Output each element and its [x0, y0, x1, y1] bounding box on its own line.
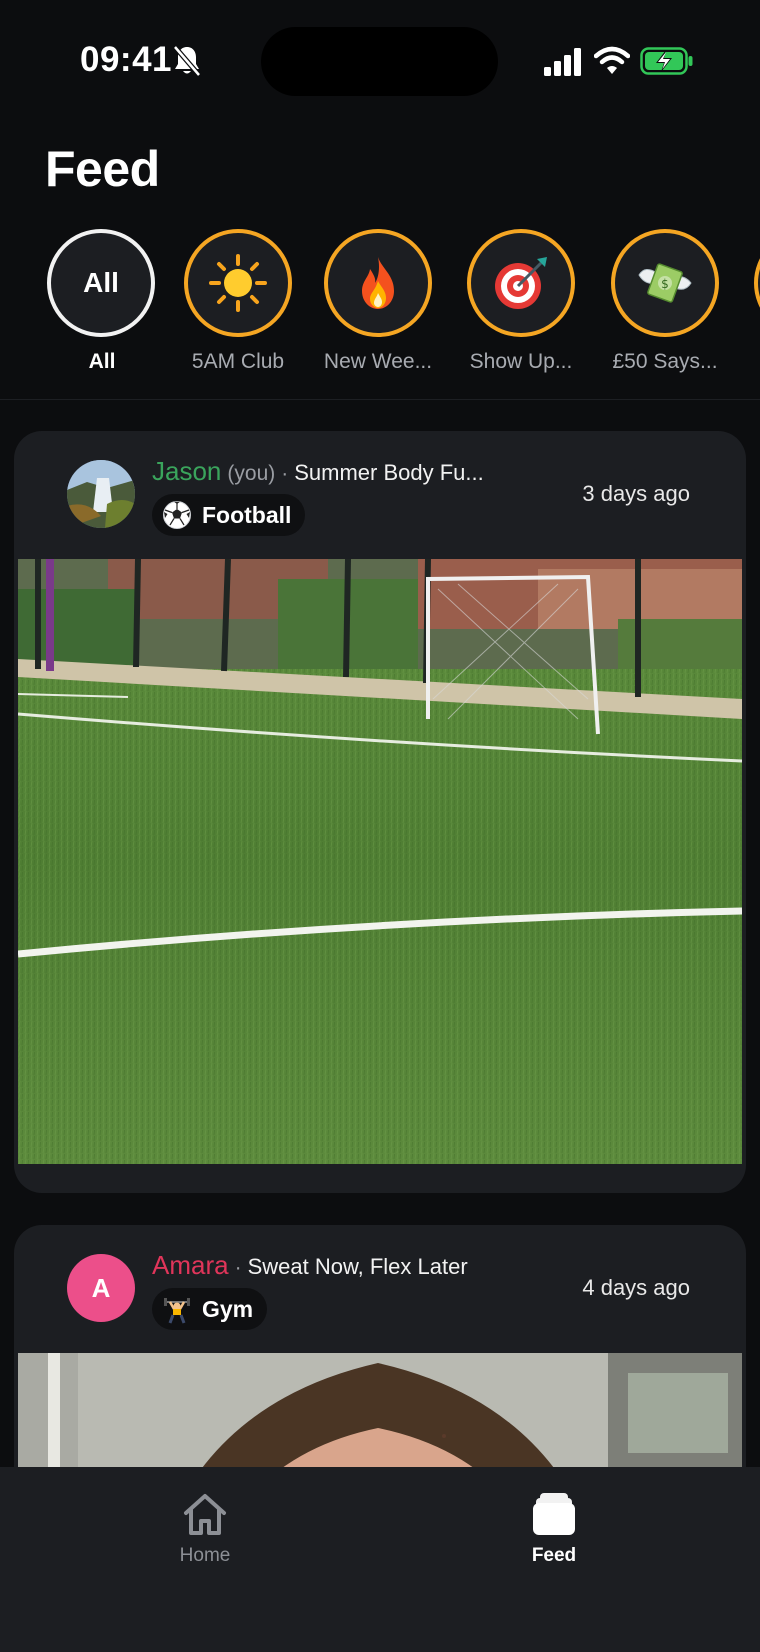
post-username[interactable]: Jason [152, 456, 221, 486]
group-label: £50 Says... [612, 350, 718, 373]
bell-slash-icon [173, 45, 201, 77]
activity-label: Gym [202, 1295, 254, 1322]
post-meta-line: Amara · Sweat Now, Flex Later [152, 1250, 468, 1281]
weightlifter-icon [164, 1298, 190, 1324]
post-time-ago: 4 days ago [582, 1275, 690, 1300]
soccer-ball-icon [163, 501, 191, 529]
feed-stack-icon [533, 1493, 575, 1535]
tab-label: Home [179, 1545, 231, 1566]
user-avatar[interactable]: A [67, 1254, 135, 1322]
meta-separator: · [234, 1256, 242, 1279]
wifi-icon [594, 46, 630, 74]
group-avatar-next[interactable] [754, 229, 760, 337]
group-label: Show Up... [469, 350, 573, 373]
group-avatar[interactable] [467, 229, 575, 337]
post-header: A Amara · Sweat Now, Flex Later Gym 4 days… [14, 1225, 746, 1353]
feed-screen: 09:41 Feed All All 5AM Club New Wee... S… [0, 0, 760, 1652]
status-bar: 09:41 [0, 0, 760, 120]
post-meta-line: Jason (you) · Summer Body Fu... [152, 456, 484, 487]
page-title: Feed [45, 141, 160, 197]
post-time-ago: 3 days ago [582, 481, 690, 506]
feed-post-card[interactable]: Jason (you) · Summer Body Fu... Football 3 … [14, 431, 746, 1193]
target-icon [495, 257, 547, 309]
activity-tag: Gym [152, 1288, 268, 1330]
fire-icon [362, 257, 394, 309]
group-label: New Wee... [323, 350, 433, 373]
group-avatar-all[interactable]: All [47, 229, 155, 337]
tab-home[interactable]: Home [125, 1491, 285, 1567]
tab-bar: Home Feed [0, 1467, 760, 1652]
group-avatar[interactable] [184, 229, 292, 337]
activity-tag: Football [152, 494, 306, 536]
post-group-name[interactable]: Sweat Now, Flex Later [248, 1254, 468, 1279]
group-avatar[interactable]: $ [611, 229, 719, 337]
battery-charging-icon [640, 47, 693, 75]
post-username[interactable]: Amara [152, 1250, 229, 1280]
group-all-ring-text: All [83, 267, 119, 298]
tab-feed[interactable]: Feed [474, 1491, 634, 1567]
svg-text:$: $ [661, 277, 669, 291]
group-label: All [88, 350, 116, 373]
you-tag: (you) [227, 462, 276, 485]
home-icon [184, 1494, 226, 1535]
group-label: 5AM Club [191, 350, 285, 373]
post-photo[interactable] [18, 559, 742, 1164]
status-time: 09:41 [80, 40, 173, 79]
group-avatar[interactable] [324, 229, 432, 337]
signal-icon [544, 48, 581, 76]
activity-label: Football [202, 501, 292, 528]
sun-icon [209, 254, 267, 312]
meta-separator: · [281, 462, 289, 485]
money-wings-icon: $ [638, 263, 692, 303]
user-avatar[interactable] [67, 460, 135, 528]
group-filter-row: All All 5AM Club New Wee... Show Up... $… [0, 226, 760, 376]
dynamic-island [261, 27, 498, 96]
divider [0, 399, 760, 400]
tab-label: Feed [531, 1545, 577, 1566]
post-group-name[interactable]: Summer Body Fu... [294, 460, 484, 485]
post-header: Jason (you) · Summer Body Fu... Football 3 … [14, 431, 746, 559]
